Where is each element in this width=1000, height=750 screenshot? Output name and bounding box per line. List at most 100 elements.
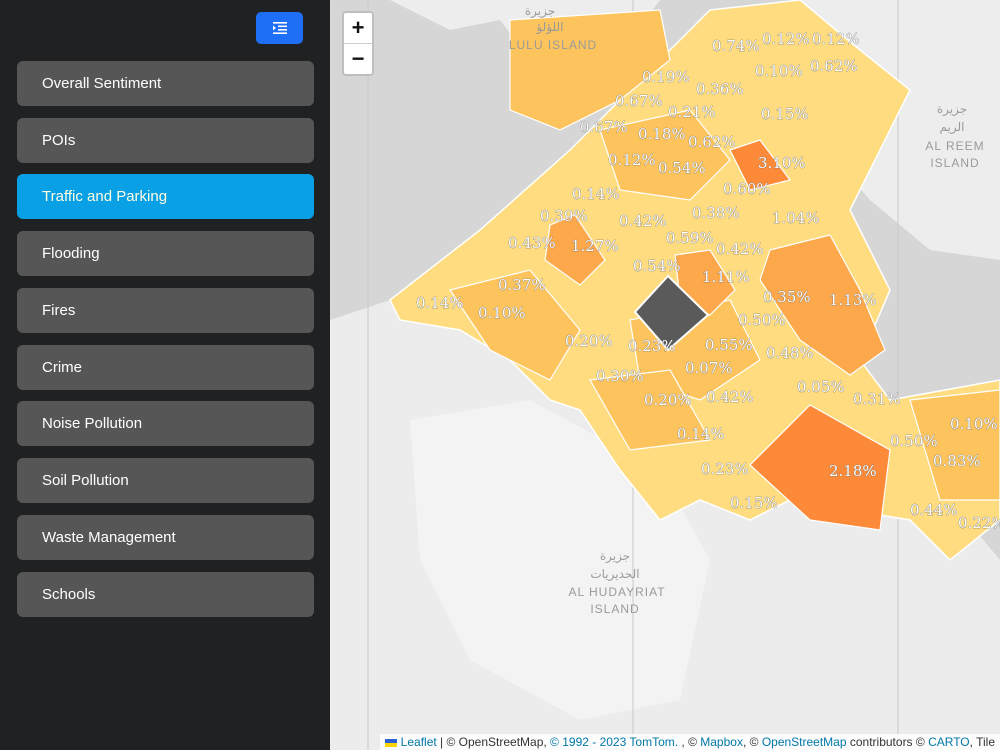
menu-item-traffic-and-parking[interactable]: Traffic and Parking — [17, 174, 314, 219]
district-label: 0.50% — [738, 311, 786, 329]
district-label: 0.42% — [706, 388, 754, 406]
district-label: 0.05% — [797, 378, 845, 396]
district-label: 0.14% — [677, 425, 725, 443]
district-label: 0.48% — [766, 344, 814, 362]
district-label: 0.50% — [890, 432, 938, 450]
district-label: 0.20% — [565, 332, 613, 350]
district-label: 0.30% — [596, 367, 644, 385]
district-label: 0.35% — [763, 288, 811, 306]
zoom-out-button[interactable]: − — [344, 43, 372, 73]
district-label: 0.18% — [638, 125, 686, 143]
district-label: 0.42% — [716, 240, 764, 258]
district-label: 0.62% — [688, 133, 736, 151]
district-label: 0.38% — [692, 204, 740, 222]
list-indent-icon — [272, 22, 287, 34]
district-label: 0.23% — [628, 337, 676, 355]
menu-item-noise-pollution[interactable]: Noise Pollution — [17, 401, 314, 446]
menu-item-label: Schools — [42, 586, 96, 603]
district-label: 0.07% — [685, 359, 733, 377]
attribution-text: , © — [742, 735, 762, 749]
menu-item-label: Soil Pollution — [42, 472, 129, 489]
menu-item-label: Waste Management — [42, 529, 176, 546]
district-label: 0.42% — [619, 212, 667, 230]
district-label: 0.59% — [666, 229, 714, 247]
menu-item-label: Noise Pollution — [42, 415, 143, 432]
menu-item-schools[interactable]: Schools — [17, 572, 314, 617]
district-label: 0.12% — [762, 30, 810, 48]
district-label: 0.21% — [668, 103, 716, 121]
district-label: 0.15% — [730, 494, 778, 512]
menu-item-waste-management[interactable]: Waste Management — [17, 515, 314, 560]
place-label: AL HUDAYRIAT — [568, 585, 665, 599]
district-label: 0.20% — [644, 391, 692, 409]
district-label: 0.62% — [810, 57, 858, 75]
district-label: 0.14% — [572, 185, 620, 203]
district-label: 1.27% — [571, 237, 619, 255]
place-label: جزيرة — [937, 102, 967, 117]
menu-item-overall-sentiment[interactable]: Overall Sentiment — [17, 61, 314, 106]
menu-item-label: Fires — [42, 302, 76, 319]
zoom-control: + − — [342, 11, 374, 76]
district-label: 0.19% — [642, 68, 690, 86]
district-label: 0.10% — [755, 62, 803, 80]
district-label: 0.67% — [615, 92, 663, 110]
mapbox-link[interactable]: Mapbox — [700, 735, 743, 749]
menu-item-pois[interactable]: POIs — [17, 118, 314, 163]
menu-item-fires[interactable]: Fires — [17, 288, 314, 333]
attribution-text: | © OpenStreetMap, — [436, 735, 551, 749]
attribution-text: , Tile — [969, 735, 995, 749]
openstreetmap-link[interactable]: OpenStreetMap — [762, 735, 847, 749]
district-label: 0.54% — [658, 159, 706, 177]
district-label: 0.12% — [608, 151, 656, 169]
district-label: 1.11% — [702, 268, 750, 286]
district-label: 0.67% — [580, 118, 628, 136]
district-label: 0.43% — [508, 234, 556, 252]
menu-item-crime[interactable]: Crime — [17, 345, 314, 390]
menu-item-label: Overall Sentiment — [42, 75, 162, 92]
district-label: 0.60% — [723, 180, 771, 198]
place-label: ISLAND — [930, 156, 979, 170]
district-label: 0.54% — [633, 257, 681, 275]
district-label: 0.37% — [498, 276, 546, 294]
menu-item-label: Crime — [42, 359, 82, 376]
menu-item-soil-pollution[interactable]: Soil Pollution — [17, 458, 314, 503]
district-label: 2.18% — [829, 462, 877, 480]
place-label: جزيرة — [600, 549, 630, 564]
district-label: 0.10% — [950, 415, 998, 433]
district-label: 0.10% — [478, 304, 526, 322]
ukraine-flag-icon — [385, 738, 398, 747]
tomtom-link[interactable]: © 1992 - 2023 TomTom. — [550, 735, 678, 749]
zoom-in-button[interactable]: + — [344, 13, 372, 43]
district-label: 0.74% — [712, 37, 760, 55]
district-label: 0.36% — [696, 80, 744, 98]
district-label: 0.55% — [705, 336, 753, 354]
menu-item-label: Traffic and Parking — [42, 188, 168, 205]
attribution-text: contributors © — [846, 735, 929, 749]
district-label: 1.04% — [772, 209, 820, 227]
district-label: 0.83% — [933, 452, 981, 470]
map-attribution: Leaflet | © OpenStreetMap, © 1992 - 2023… — [380, 734, 1000, 750]
district-label: 0.44% — [910, 501, 958, 519]
map-container[interactable]: جزيرة اللؤلؤ LULU ISLAND جزيرة الريم AL … — [330, 0, 1000, 750]
carto-link[interactable]: CARTO — [928, 735, 970, 749]
leaflet-link[interactable]: Leaflet — [401, 735, 437, 749]
place-label: جزيرة — [525, 4, 555, 19]
place-label: اللؤلؤ — [535, 20, 563, 35]
district-label: 1.13% — [829, 291, 877, 309]
menu-item-flooding[interactable]: Flooding — [17, 231, 314, 276]
district-label: 0.39% — [540, 207, 588, 225]
map-canvas[interactable]: جزيرة اللؤلؤ LULU ISLAND جزيرة الريم AL … — [330, 0, 1000, 750]
district-label: 0.14% — [416, 294, 464, 312]
attribution-text: , © — [678, 735, 701, 749]
place-label: الحديريات — [590, 567, 639, 582]
district-label: 0.31% — [853, 390, 901, 408]
menu-item-label: Flooding — [42, 245, 100, 262]
sidebar-toggle-button[interactable] — [256, 12, 303, 44]
place-label: ISLAND — [590, 602, 639, 616]
district-label: 0.15% — [761, 105, 809, 123]
district-label: 0.23% — [701, 460, 749, 478]
district-label: 0.22% — [958, 514, 1000, 532]
place-label: الريم — [940, 120, 965, 135]
sidebar: Overall Sentiment POIs Traffic and Parki… — [0, 0, 330, 750]
district-label: 3.10% — [758, 154, 806, 172]
